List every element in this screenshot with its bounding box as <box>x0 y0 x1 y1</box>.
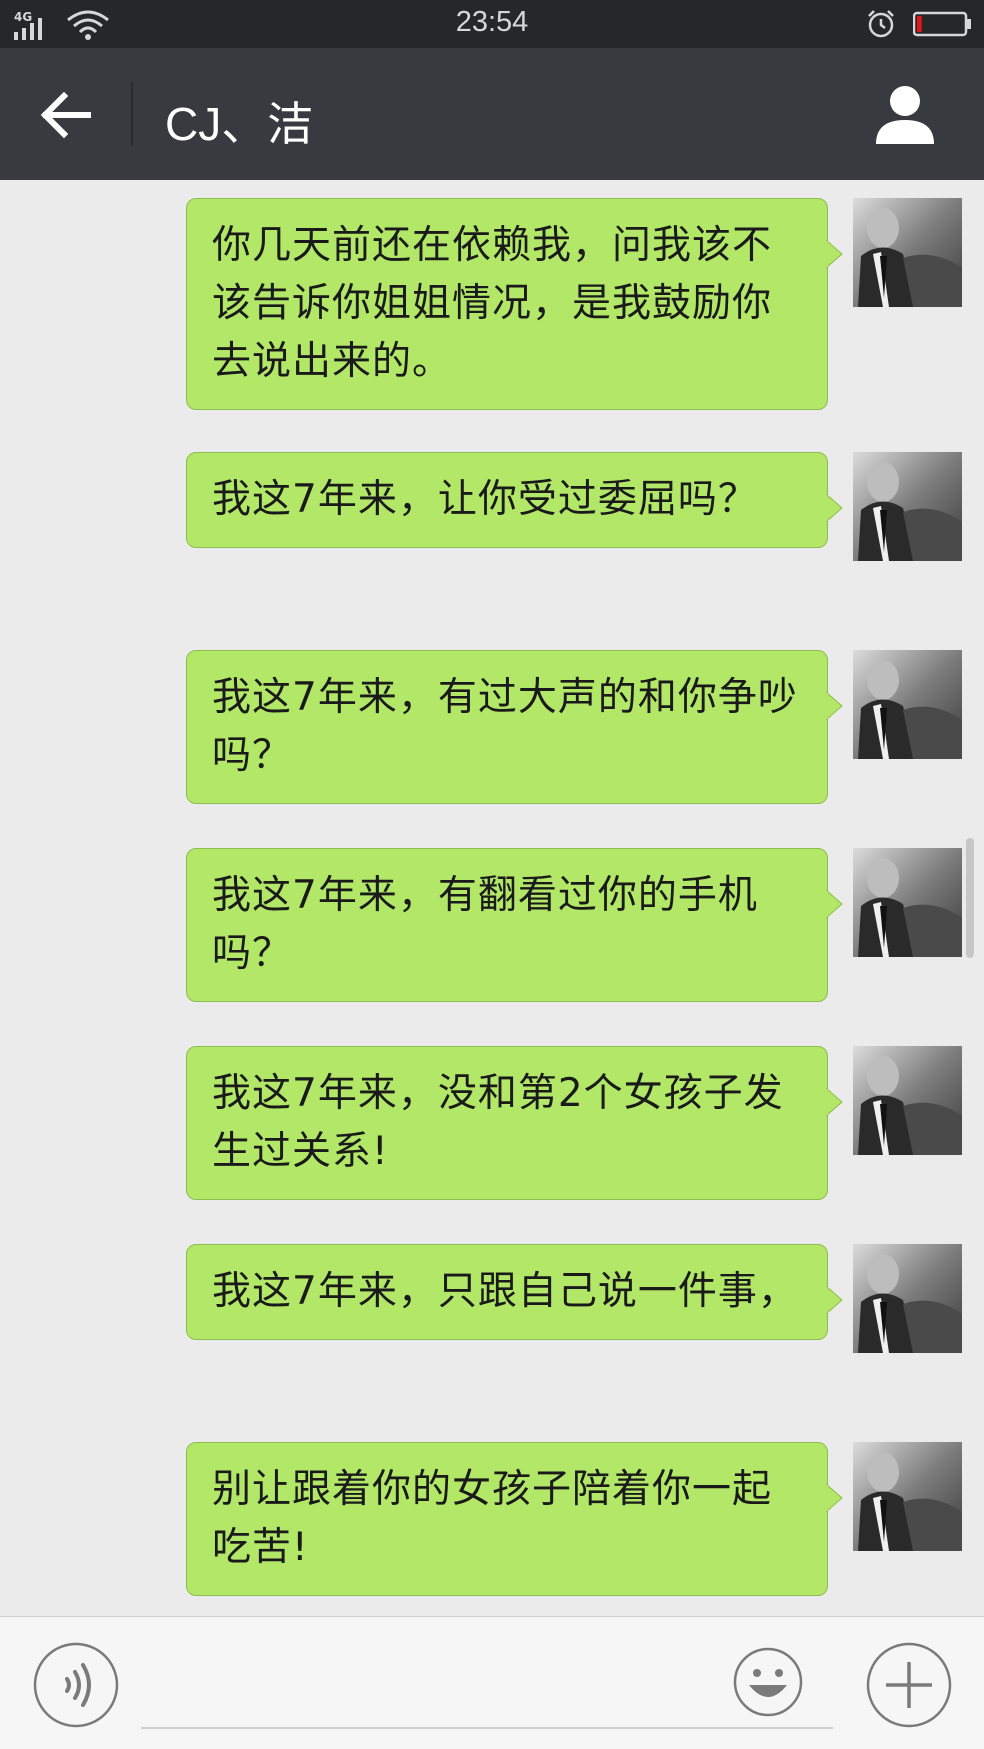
more-options-button[interactable] <box>866 1642 952 1728</box>
bubble-tail <box>826 1286 843 1314</box>
chat-message-list[interactable]: 你几天前还在依赖我，问我该不该告诉你姐姐情况，是我鼓励你去说出来的。 我这7年来… <box>0 180 984 1616</box>
avatar[interactable] <box>853 650 962 759</box>
voice-button[interactable] <box>33 1642 119 1728</box>
arrow-left-icon <box>40 91 91 139</box>
title-bar: CJ、洁 <box>0 48 984 180</box>
message-bubble[interactable]: 我这7年来，有过大声的和你争吵吗？ <box>186 650 828 804</box>
avatar-image <box>853 1046 962 1155</box>
message-bubble[interactable]: 我这7年来，没和第2个女孩子发生过关系! <box>186 1046 828 1200</box>
bubble-tail <box>826 1484 843 1512</box>
bubble-tail <box>826 890 843 918</box>
avatar-image <box>853 1244 962 1353</box>
avatar-image <box>853 650 962 759</box>
avatar[interactable] <box>853 848 962 957</box>
status-time: 23:54 <box>455 6 529 38</box>
bubble-tail <box>826 1088 843 1116</box>
status-bar: 4G 23:54 <box>0 0 984 48</box>
contact-info-button[interactable] <box>872 82 938 148</box>
avatar[interactable] <box>853 452 962 561</box>
battery-icon <box>913 11 971 37</box>
back-button[interactable] <box>36 84 98 146</box>
bubble-tail <box>826 240 843 268</box>
voice-icon <box>33 1642 119 1728</box>
avatar-image <box>853 848 962 957</box>
avatar-image <box>853 452 962 561</box>
avatar[interactable] <box>853 198 962 307</box>
avatar[interactable] <box>853 1244 962 1353</box>
message-bubble[interactable]: 你几天前还在依赖我，问我该不该告诉你姐姐情况，是我鼓励你去说出来的。 <box>186 198 828 410</box>
bubble-tail <box>826 494 843 522</box>
message-bubble[interactable]: 我这7年来，只跟自己说一件事， <box>186 1244 828 1340</box>
message-input[interactable] <box>141 1637 833 1729</box>
smiley-icon <box>733 1647 803 1717</box>
message-bubble[interactable]: 我这7年来，让你受过委屈吗？ <box>186 452 828 548</box>
bubble-tail <box>826 692 843 720</box>
emoji-button[interactable] <box>733 1647 803 1717</box>
avatar-image <box>853 198 962 307</box>
avatar[interactable] <box>853 1046 962 1155</box>
scrollbar[interactable] <box>966 838 974 958</box>
chat-title: CJ、洁 <box>165 98 314 150</box>
avatar[interactable] <box>853 1442 962 1551</box>
message-bubble[interactable]: 我这7年来，有翻看过你的手机吗？ <box>186 848 828 1002</box>
avatar-image <box>853 1442 962 1551</box>
plus-icon <box>866 1642 952 1728</box>
message-bubble[interactable]: 别让跟着你的女孩子陪着你一起吃苦! <box>186 1442 828 1596</box>
alarm-icon <box>868 10 894 38</box>
title-divider <box>131 82 133 146</box>
person-icon <box>876 86 934 144</box>
input-bar <box>0 1616 984 1749</box>
